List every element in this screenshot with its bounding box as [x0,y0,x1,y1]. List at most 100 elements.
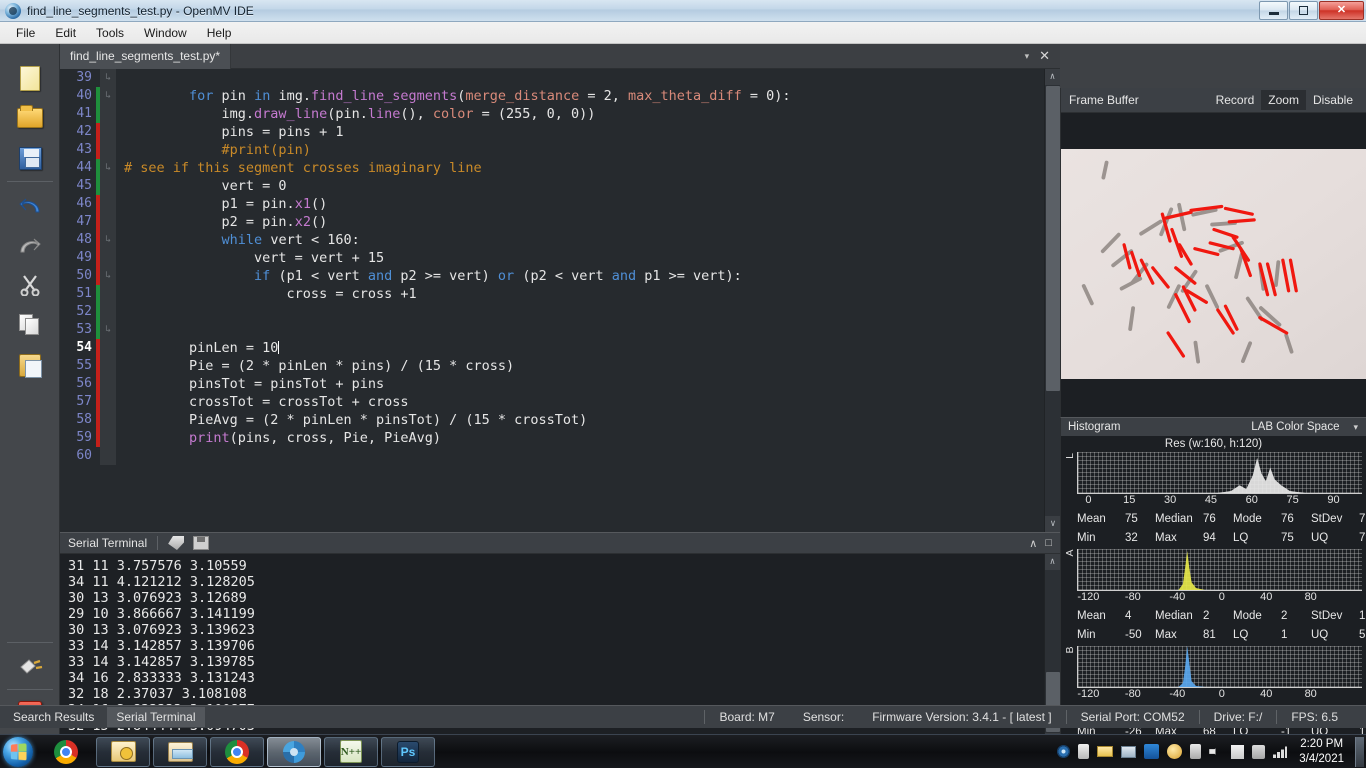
fold-marker-icon[interactable] [100,411,116,429]
fold-marker-icon[interactable] [100,339,116,357]
taskbar-explorer[interactable] [153,736,207,767]
redo-button[interactable] [0,225,60,265]
record-button[interactable]: Record [1209,90,1262,110]
fold-marker-icon[interactable]: ↳ [100,231,116,249]
code-line[interactable]: 44 ↳ # see if this segment crosses imagina… [60,159,1060,177]
code-line[interactable]: 46 p1 = pin.x1() [60,195,1060,213]
start-orb-icon[interactable] [3,736,33,767]
code-line[interactable]: 58 PieAvg = (2 * pinLen * pinsTot) / (15… [60,411,1060,429]
taskbar-clock[interactable]: 2:20 PM 3/4/2021 [1291,737,1352,767]
fold-marker-icon[interactable]: ↳ [100,69,116,87]
fold-marker-icon[interactable] [100,105,116,123]
fold-marker-icon[interactable]: ↳ [100,159,116,177]
antivirus-shield-icon[interactable] [1167,744,1183,759]
menu-window[interactable]: Window [134,24,197,42]
code-line[interactable]: 52 [60,303,1060,321]
menu-help[interactable]: Help [197,24,242,42]
clear-terminal-icon[interactable] [168,536,185,550]
code-line[interactable]: 47 p2 = pin.x2() [60,213,1060,231]
new-file-button[interactable] [0,58,60,98]
code-line[interactable]: 53 ↳ [60,321,1060,339]
maximize-button[interactable] [1289,1,1318,20]
minimize-button[interactable] [1259,1,1288,20]
code-line[interactable]: 45 vert = 0 [60,177,1060,195]
code-line[interactable]: 39 ↳ [60,69,1060,87]
tab-list-dropdown-icon[interactable]: ▾ [1025,51,1030,62]
code-line[interactable]: 40 ↳ for pin in img.find_line_segments(me… [60,87,1060,105]
taskbar-outlook[interactable] [96,736,150,767]
fold-marker-icon[interactable] [100,357,116,375]
fold-marker-icon[interactable]: ↳ [100,267,116,285]
fold-marker-icon[interactable] [100,447,116,465]
close-button[interactable]: ✕ [1319,1,1364,20]
team-viewer-icon[interactable] [1144,744,1160,759]
open-file-button[interactable] [0,98,60,138]
taskbar-chrome[interactable] [39,737,93,767]
code-line[interactable]: 41 img.draw_line(pin.line(), color = (25… [60,105,1060,123]
fold-marker-icon[interactable] [100,303,116,321]
fold-marker-icon[interactable] [100,429,116,447]
fold-marker-icon[interactable] [100,249,116,267]
connect-button[interactable] [0,646,60,686]
fold-marker-icon[interactable] [100,195,116,213]
fold-marker-icon[interactable] [100,213,116,231]
fold-marker-icon[interactable] [100,393,116,411]
code-line[interactable]: 54 pinLen = 10 [60,339,1060,357]
editor-vertical-scrollbar[interactable]: ∧ ∨ [1044,69,1060,532]
fold-marker-icon[interactable]: ↳ [100,87,116,105]
taskbar-openmv-ide[interactable] [267,736,321,767]
terminal-scroll-up-icon[interactable]: ∧ [1045,554,1060,570]
usb-device-icon[interactable] [1078,744,1090,759]
fold-marker-icon[interactable]: ↳ [100,321,116,339]
fold-marker-icon[interactable] [100,123,116,141]
save-terminal-icon[interactable] [193,536,210,550]
code-line[interactable]: 50 ↳ if (p1 < vert and p2 >= vert) or (p2… [60,267,1060,285]
disable-button[interactable]: Disable [1306,90,1360,110]
code-line[interactable]: 55 Pie = (2 * pinLen * pins) / (15 * cro… [60,357,1060,375]
menu-file[interactable]: File [6,24,45,42]
scroll-up-arrow-icon[interactable]: ∧ [1045,69,1060,85]
tab-search-results[interactable]: Search Results [4,707,103,727]
code-line[interactable]: 43 #print(pin) [60,141,1060,159]
menu-tools[interactable]: Tools [86,24,134,42]
copy-button[interactable] [0,305,60,345]
zoom-button[interactable]: Zoom [1261,90,1306,110]
safely-remove-hardware-icon[interactable] [1252,744,1266,759]
taskbar-notepad-plus-plus[interactable]: N++ [324,736,378,767]
tab-serial-terminal[interactable]: Serial Terminal [107,707,205,727]
tab-find-line-segments-test[interactable]: find_line_segments_test.py* [60,43,232,69]
code-line[interactable]: 57 crossTot = crossTot + cross [60,393,1060,411]
mail-icon[interactable] [1097,746,1114,757]
code-line[interactable]: 42 pins = pins + 1 [60,123,1060,141]
cut-button[interactable] [0,265,60,305]
code-line[interactable]: 51 cross = cross +1 [60,285,1060,303]
editor-scroll-thumb[interactable] [1046,86,1060,391]
scroll-down-arrow-icon[interactable]: ∨ [1045,516,1060,532]
code-line[interactable]: 49 vert = vert + 15 [60,249,1060,267]
tab-close-icon[interactable]: ✕ [1039,48,1050,64]
fold-marker-icon[interactable] [100,141,116,159]
code-editor[interactable]: 39 ↳ 40 ↳ for pin in img.find_line_segments… [60,69,1060,532]
terminal-restore-icon[interactable]: ∧ [1029,537,1037,550]
code-line[interactable]: 59 print(pins, cross, Pie, PieAvg) [60,429,1060,447]
terminal-maximize-icon[interactable]: □ [1045,537,1052,550]
taskbar-chrome-window[interactable] [210,736,264,767]
flag-action-center-icon[interactable] [1231,744,1245,759]
eye-icon[interactable] [1057,745,1071,758]
color-space-dropdown-icon[interactable]: ▾ [1339,422,1366,433]
code-line[interactable]: 48 ↳ while vert < 160: [60,231,1060,249]
save-file-button[interactable] [0,138,60,178]
volume-icon[interactable] [1209,745,1219,758]
fold-marker-icon[interactable] [100,375,116,393]
undo-button[interactable] [0,185,60,225]
code-line[interactable]: 56 pinsTot = pinsTot + pins [60,375,1060,393]
frame-buffer-view[interactable] [1060,113,1366,417]
taskbar-photoshop[interactable]: Ps [381,736,435,767]
code-line[interactable]: 60 [60,447,1060,465]
network-monitor-icon[interactable] [1121,745,1137,758]
paste-button[interactable] [0,345,60,385]
menu-edit[interactable]: Edit [45,24,86,42]
show-desktop-button[interactable] [1355,736,1364,767]
fold-marker-icon[interactable] [100,285,116,303]
usb-safely-remove-icon[interactable] [1190,744,1202,759]
